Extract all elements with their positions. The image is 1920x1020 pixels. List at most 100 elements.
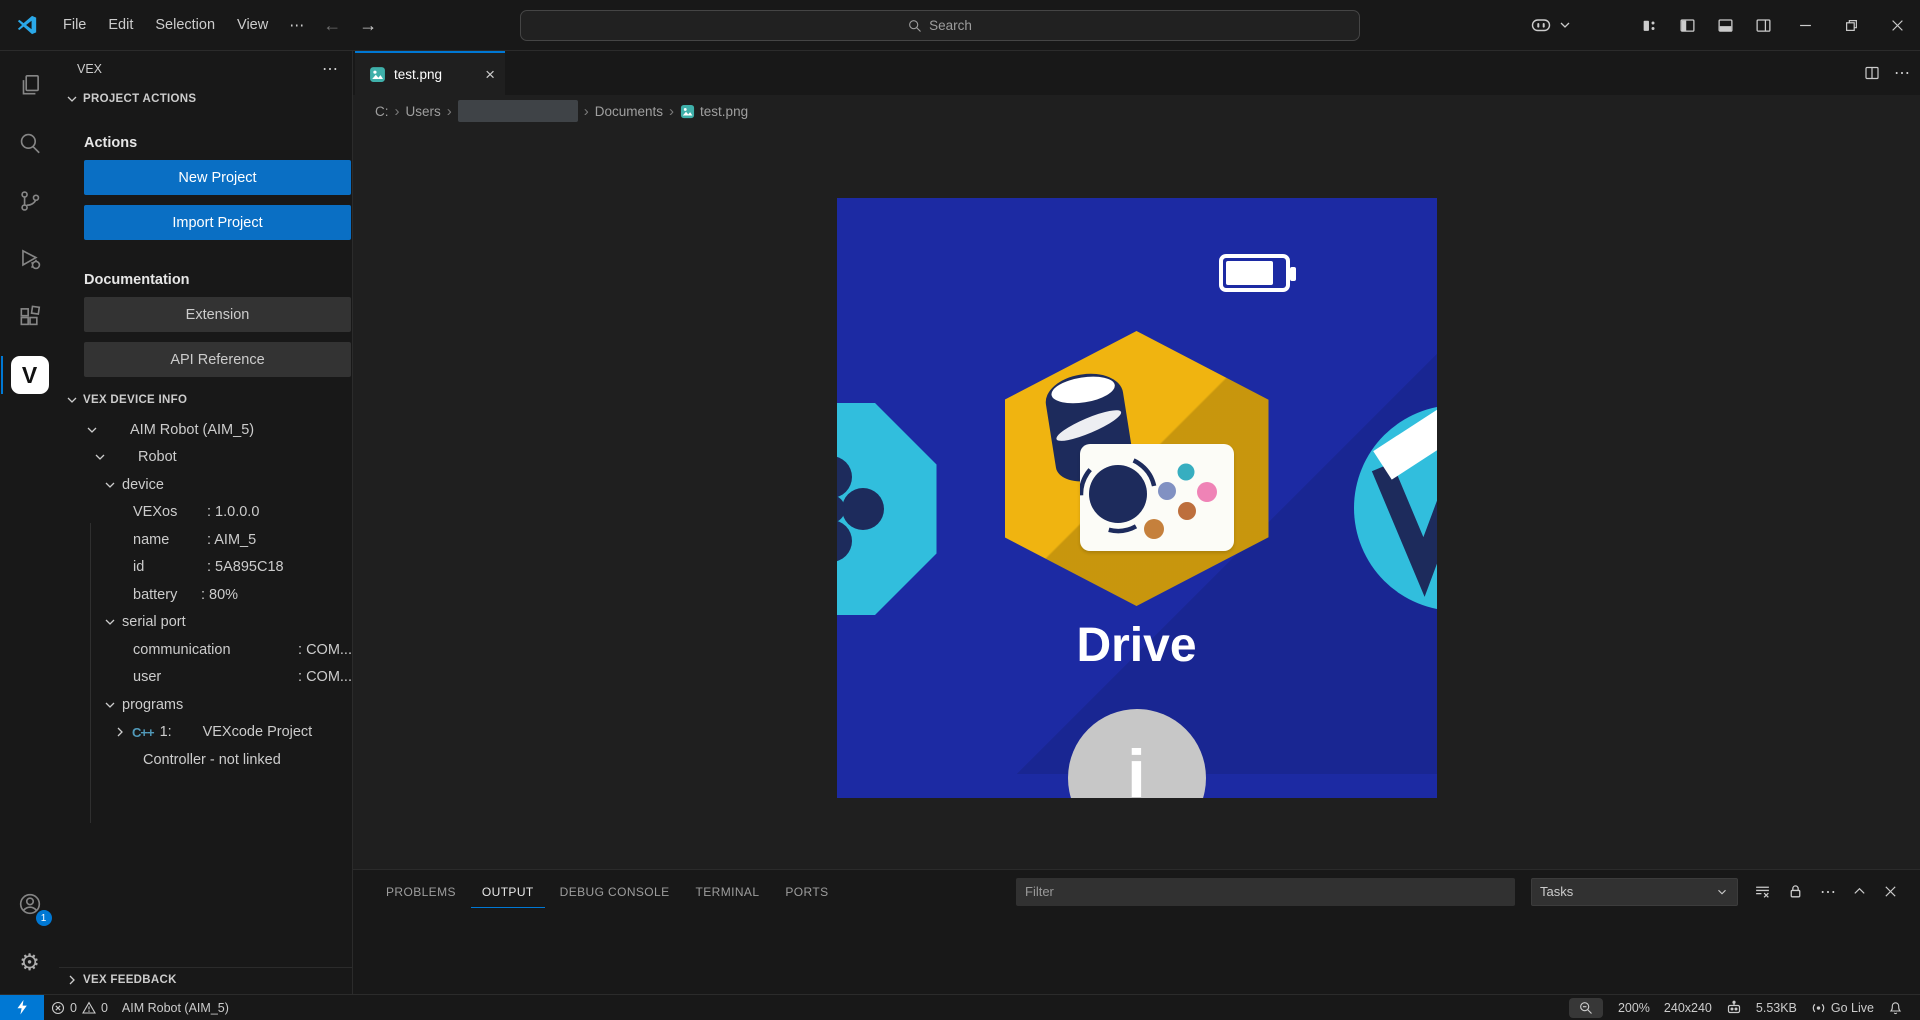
tree-item[interactable]: AIM Robot (AIM_5): [59, 416, 352, 444]
tree-item[interactable]: C++1:VEXcode Project: [59, 719, 352, 747]
image-dimensions-status[interactable]: 240x240: [1657, 995, 1719, 1020]
chevron-down-icon: [92, 449, 108, 465]
tree-item-value: VEXcode Project: [203, 724, 313, 740]
editor-more-actions-icon[interactable]: ⋯: [1894, 63, 1910, 83]
settings-gear-icon[interactable]: ⚙: [6, 938, 54, 986]
tree-item-label: device: [122, 477, 164, 493]
tree-item-label: battery: [133, 587, 201, 603]
section-project-actions[interactable]: PROJECT ACTIONS: [59, 86, 352, 111]
tree-item-value: : 80%: [201, 587, 238, 603]
tree-item-value: : COM...: [298, 669, 352, 685]
tree-item[interactable]: VEXos: 1.0.0.0: [59, 499, 352, 527]
tab-bar: test.png × ⋯: [353, 51, 1920, 95]
connected-device-status[interactable]: AIM Robot (AIM_5): [115, 995, 236, 1020]
tree-item[interactable]: id: 5A895C18: [59, 554, 352, 582]
section-device-info[interactable]: VEX DEVICE INFO: [59, 387, 352, 412]
tree-item[interactable]: serial port: [59, 609, 352, 637]
api-reference-button[interactable]: API Reference: [84, 342, 351, 377]
notifications-bell-icon[interactable]: [1881, 995, 1910, 1020]
tree-item[interactable]: communication: COM...: [59, 636, 352, 664]
chevron-down-icon: [84, 422, 100, 438]
zoom-level-status[interactable]: 200%: [1611, 995, 1657, 1020]
toggle-primary-sidebar-icon[interactable]: [1672, 10, 1702, 40]
import-project-button[interactable]: Import Project: [84, 205, 351, 240]
account-icon[interactable]: 1: [6, 880, 54, 928]
remote-indicator[interactable]: [0, 995, 44, 1020]
breadcrumb-file[interactable]: test.png: [700, 104, 748, 119]
command-center-search[interactable]: Search: [520, 10, 1360, 41]
chevron-down-icon: [64, 91, 80, 107]
run-debug-icon[interactable]: [6, 235, 54, 283]
vex-sidebar: VEX ⋯ PROJECT ACTIONS Actions New Projec…: [59, 51, 353, 994]
section-vex-feedback[interactable]: VEX FEEDBACK: [59, 967, 352, 992]
vex-extension-icon[interactable]: V: [6, 351, 54, 399]
menu-item-file[interactable]: File: [52, 12, 97, 38]
error-icon: [51, 1001, 65, 1015]
customize-layout-icon[interactable]: [1634, 10, 1664, 40]
clear-output-icon[interactable]: [1754, 883, 1771, 900]
chevron-right-icon: [112, 724, 128, 740]
tree-item-label: Robot: [138, 449, 177, 465]
account-badge: 1: [36, 910, 52, 926]
search-sidebar-icon[interactable]: [6, 119, 54, 167]
tree-item[interactable]: programs: [59, 691, 352, 719]
sidebar-more-actions[interactable]: ⋯: [322, 59, 338, 79]
lock-icon[interactable]: [1787, 883, 1804, 900]
active-indicator: [1, 356, 3, 394]
breadcrumb-redacted-user[interactable]: [458, 100, 578, 122]
menu-item-view[interactable]: View: [226, 12, 279, 38]
nav-forward-button[interactable]: →: [350, 15, 386, 36]
nav-back-button[interactable]: ←: [314, 15, 350, 36]
breadcrumb-drive[interactable]: C:: [375, 104, 389, 119]
problems-status[interactable]: 0 0: [44, 995, 115, 1020]
close-panel-icon[interactable]: [1883, 884, 1898, 899]
warning-count: 0: [101, 1001, 108, 1015]
copilot-button[interactable]: [1522, 10, 1570, 40]
documentation-label: Documentation: [84, 272, 352, 288]
maximize-panel-icon[interactable]: [1852, 884, 1867, 899]
toggle-secondary-sidebar-icon[interactable]: [1748, 10, 1778, 40]
tab-test-png[interactable]: test.png ×: [355, 51, 505, 95]
source-control-icon[interactable]: [6, 177, 54, 225]
new-project-button[interactable]: New Project: [84, 160, 351, 195]
menu-item-edit[interactable]: Edit: [97, 12, 144, 38]
robot-status-icon[interactable]: [1719, 995, 1749, 1020]
panel-tab-bar: PROBLEMSOUTPUTDEBUG CONSOLETERMINALPORTS: [353, 875, 840, 908]
panel-tab-problems[interactable]: PROBLEMS: [375, 875, 467, 908]
tree-item[interactable]: name: AIM_5: [59, 526, 352, 554]
menu-item-selection[interactable]: Selection: [144, 12, 226, 38]
tree-item-label: programs: [122, 697, 183, 713]
extension-doc-button[interactable]: Extension: [84, 297, 351, 332]
output-filter-input[interactable]: [1016, 878, 1515, 906]
tree-item[interactable]: Robot: [59, 444, 352, 472]
tree-item[interactable]: Controller - not linked: [59, 746, 352, 774]
breadcrumb-documents[interactable]: Documents: [595, 104, 663, 119]
test-png-image[interactable]: Drive i: [837, 198, 1437, 798]
panel-tab-output[interactable]: OUTPUT: [471, 875, 545, 908]
tree-item[interactable]: user: COM...: [59, 664, 352, 692]
tree-item[interactable]: battery: 80%: [59, 581, 352, 609]
panel-tab-terminal[interactable]: TERMINAL: [685, 875, 771, 908]
menu-more-button[interactable]: ⋯: [279, 11, 314, 39]
tab-label: test.png: [394, 67, 442, 82]
panel-more-actions-icon[interactable]: ⋯: [1820, 882, 1836, 902]
split-editor-icon[interactable]: [1864, 65, 1880, 81]
image-zoom-icon[interactable]: [1569, 998, 1603, 1018]
explorer-icon[interactable]: [6, 61, 54, 109]
panel-tab-ports[interactable]: PORTS: [774, 875, 839, 908]
panel-tab-debug-console[interactable]: DEBUG CONSOLE: [549, 875, 681, 908]
vscode-logo-icon: [16, 14, 38, 36]
close-window-button[interactable]: [1874, 0, 1920, 50]
tree-item[interactable]: device: [59, 471, 352, 499]
extensions-icon[interactable]: [6, 293, 54, 341]
output-channel-select[interactable]: Tasks: [1531, 878, 1738, 906]
toggle-panel-icon[interactable]: [1710, 10, 1740, 40]
image-file-icon: [369, 66, 386, 83]
tab-close-icon[interactable]: ×: [485, 66, 495, 83]
breadcrumb-separator: ›: [583, 103, 590, 120]
restore-button[interactable]: [1828, 0, 1874, 50]
go-live-status[interactable]: Go Live: [1804, 995, 1881, 1020]
breadcrumb-users[interactable]: Users: [406, 104, 441, 119]
minimize-button[interactable]: [1782, 0, 1828, 50]
file-size-status[interactable]: 5.53KB: [1749, 995, 1804, 1020]
